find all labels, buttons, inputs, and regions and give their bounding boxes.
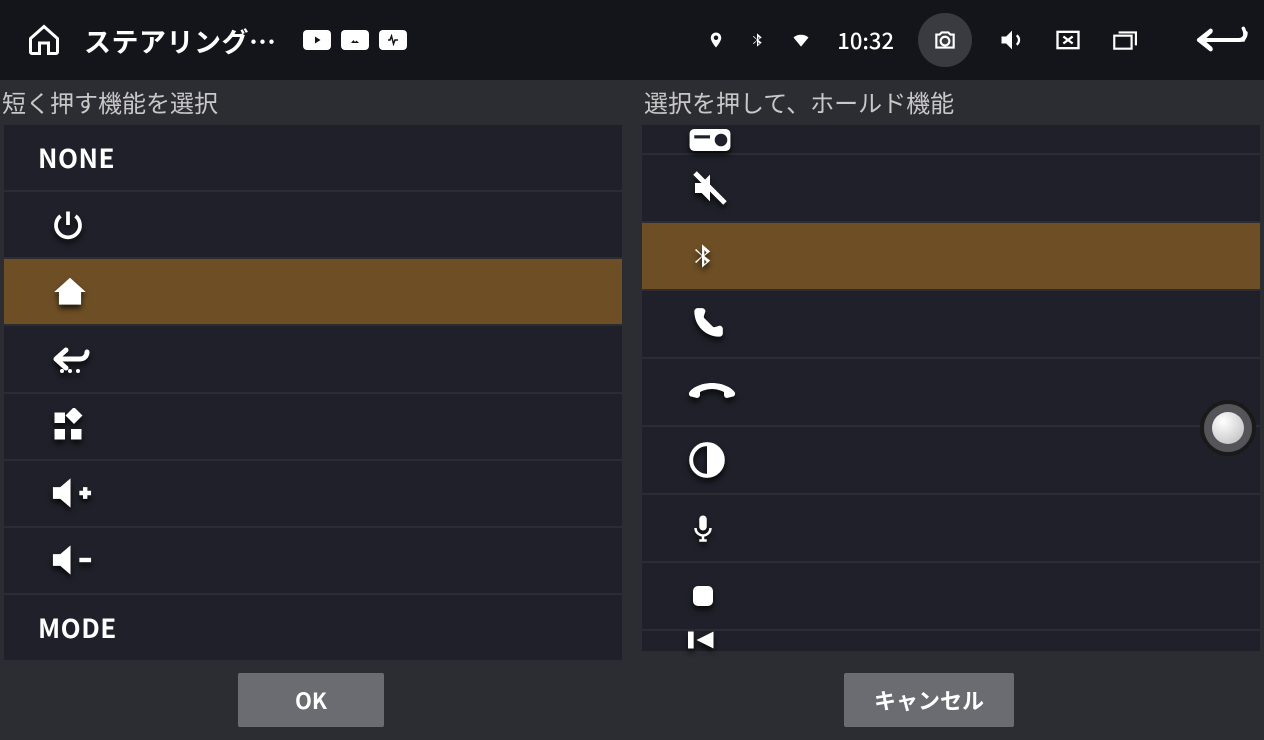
phone-icon	[688, 305, 726, 343]
function-row-widgets[interactable]	[4, 394, 622, 459]
function-row-mode[interactable]: MODE	[4, 595, 622, 660]
back-dots-icon	[50, 342, 90, 376]
function-row-home[interactable]	[4, 259, 622, 324]
row-label: MODE	[38, 609, 117, 646]
mic-icon	[688, 507, 718, 549]
prev-track-icon	[688, 631, 722, 649]
hold-header: 選択を押して、ホールド機能	[642, 80, 1264, 125]
function-row-mic[interactable]	[642, 495, 1260, 561]
clock-text: 10:32	[837, 24, 894, 56]
stop-icon	[688, 581, 718, 611]
function-row-vol-down[interactable]	[4, 528, 622, 593]
power-icon	[50, 207, 86, 243]
status-bar: ステアリング… 10:32	[0, 0, 1264, 80]
app-title: ステアリング…	[84, 21, 277, 60]
volume-down-icon	[50, 542, 94, 578]
statusbar-left: ステアリング…	[26, 21, 407, 60]
cancel-button-label: キャンセル	[874, 684, 984, 716]
function-row-stop[interactable]	[642, 563, 1260, 629]
volume-icon[interactable]	[996, 26, 1028, 54]
cancel-button[interactable]: キャンセル	[844, 673, 1014, 727]
bluetooth-icon	[688, 236, 716, 276]
function-row-radio[interactable]	[642, 125, 1260, 153]
function-row-next[interactable]	[642, 631, 1260, 651]
radio-icon	[688, 127, 732, 153]
function-row-bluetooth[interactable]	[642, 223, 1260, 289]
hold-list[interactable]	[642, 125, 1264, 660]
back-icon[interactable]	[1192, 23, 1248, 57]
function-row-power[interactable]	[4, 192, 622, 257]
function-row-none[interactable]: NONE	[4, 125, 622, 190]
mute-icon	[688, 168, 732, 208]
function-row-contrast[interactable]	[642, 427, 1260, 493]
picture-icon	[341, 30, 369, 50]
notification-icons	[303, 30, 407, 50]
function-row-back[interactable]	[4, 326, 622, 391]
row-label: NONE	[38, 139, 115, 176]
function-row-hangup[interactable]	[642, 359, 1260, 425]
hold-panel: 選択を押して、ホールド機能	[642, 80, 1264, 660]
short-press-panel: 短く押す機能を選択 NONE MODE	[0, 80, 622, 660]
short-press-list[interactable]: NONE MODE	[0, 125, 622, 660]
assistive-touch-button[interactable]	[1200, 400, 1256, 456]
home-icon[interactable]	[26, 22, 62, 58]
ok-button-label: OK	[295, 684, 327, 716]
panels-container: 短く押す機能を選択 NONE MODE 選択を押して、ホールド機能	[0, 80, 1264, 660]
short-press-header: 短く押す機能を選択	[0, 80, 622, 125]
function-row-vol-up[interactable]	[4, 461, 622, 526]
home-fill-icon	[50, 273, 90, 311]
close-box-icon[interactable]	[1052, 26, 1084, 54]
wifi-icon	[789, 30, 813, 50]
function-row-mute[interactable]	[642, 155, 1260, 221]
hangup-icon	[688, 378, 736, 406]
screenshot-icon[interactable]	[918, 13, 972, 67]
widgets-icon	[50, 408, 86, 444]
function-row-phone[interactable]	[642, 291, 1260, 357]
contrast-icon	[688, 441, 726, 479]
activity-icon	[379, 30, 407, 50]
statusbar-right: 10:32	[707, 13, 1248, 67]
bluetooth-status-icon	[749, 28, 765, 52]
recents-icon[interactable]	[1108, 27, 1140, 53]
location-icon	[707, 29, 725, 51]
volume-up-icon	[50, 475, 94, 511]
ok-button[interactable]: OK	[238, 673, 384, 727]
footer-bar: OK キャンセル	[0, 660, 1264, 740]
youtube-icon	[303, 30, 331, 50]
